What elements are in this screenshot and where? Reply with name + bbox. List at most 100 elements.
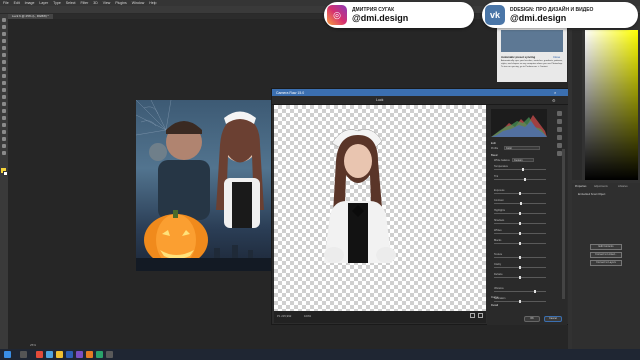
slider-thumb[interactable] — [533, 289, 536, 293]
search-icon[interactable] — [20, 351, 27, 358]
gradient-tool-icon[interactable] — [2, 95, 6, 99]
slider-thumb[interactable] — [519, 221, 521, 225]
slider-thumb[interactable] — [519, 275, 521, 279]
menu-image[interactable]: Image — [25, 1, 35, 5]
slider-track[interactable] — [494, 168, 546, 170]
marquee-tool-icon[interactable] — [2, 25, 6, 29]
menu-file[interactable]: File — [3, 1, 9, 5]
panel-scrollbar[interactable] — [562, 149, 565, 299]
folder-icon[interactable] — [56, 351, 63, 358]
slider-dehaze[interactable]: Dehaze — [494, 273, 554, 279]
slider-thumb[interactable] — [519, 255, 521, 259]
type-tool-icon[interactable] — [2, 123, 6, 127]
history-brush-icon[interactable] — [2, 81, 6, 85]
slider-tint[interactable]: Tint — [494, 175, 554, 181]
healing-tool-icon[interactable] — [2, 60, 6, 64]
app-icon-6[interactable] — [106, 351, 113, 358]
app-icon-5[interactable] — [96, 351, 103, 358]
tab-properties[interactable]: Properties — [575, 185, 586, 188]
blur-tool-icon[interactable] — [2, 102, 6, 106]
convert-layers-button[interactable]: Convert to Layers — [590, 260, 622, 266]
slider-saturation[interactable]: Saturation — [494, 297, 554, 303]
slider-thumb[interactable] — [519, 211, 521, 215]
pen-tool-icon[interactable] — [2, 116, 6, 120]
quick-select-tool-icon[interactable] — [2, 39, 6, 43]
slider-thumb[interactable] — [519, 299, 521, 303]
heal-icon[interactable] — [557, 127, 562, 132]
slider-shadows[interactable]: Shadows — [494, 219, 554, 225]
menu-filter[interactable]: Filter — [81, 1, 89, 5]
mask-icon[interactable] — [557, 135, 562, 140]
settings-icon[interactable] — [478, 313, 483, 318]
dodge-tool-icon[interactable] — [2, 109, 6, 113]
menu-help[interactable]: Help — [149, 1, 156, 5]
menu-select[interactable]: Select — [66, 1, 76, 5]
menu-edit[interactable]: Edit — [14, 1, 20, 5]
slider-track[interactable] — [494, 290, 546, 292]
ok-button[interactable]: OK — [524, 316, 540, 322]
menu-window[interactable]: Window — [132, 1, 144, 5]
app-icon-2[interactable] — [46, 351, 53, 358]
crop-rotate-icon[interactable] — [557, 119, 562, 124]
close-icon[interactable]: × — [554, 90, 556, 95]
slider-vibrance[interactable]: Vibrance — [494, 287, 554, 293]
notification-close[interactable]: Close — [553, 55, 560, 59]
slider-thumb[interactable] — [519, 231, 521, 235]
slider-track[interactable] — [494, 178, 546, 180]
stamp-tool-icon[interactable] — [2, 74, 6, 78]
eraser-tool-icon[interactable] — [2, 88, 6, 92]
brush-tool-icon[interactable] — [2, 67, 6, 71]
crop-tool-icon[interactable] — [2, 46, 6, 50]
canvas-image[interactable] — [136, 100, 273, 271]
instagram-badge[interactable]: ◎ ДМИТРИЯ СУГАК @dmi.design — [324, 2, 474, 28]
app-icon-1[interactable] — [36, 351, 43, 358]
slider-exposure[interactable]: Exposure — [494, 189, 554, 195]
slider-thumb[interactable] — [519, 191, 521, 195]
menu-layer[interactable]: Layer — [39, 1, 48, 5]
move-tool-icon[interactable] — [2, 18, 6, 22]
slider-highlights[interactable]: Highlights — [494, 209, 554, 215]
color-picker[interactable] — [585, 30, 638, 180]
vk-badge[interactable]: vk DDESIGN: ПРО ДИЗАЙН И ВИДЕО @dmi.desi… — [482, 2, 638, 28]
zoom-level[interactable]: 100% — [304, 314, 311, 318]
cancel-button[interactable]: Cancel — [544, 316, 562, 322]
zoom-tool-icon[interactable] — [2, 151, 6, 155]
menu-plugins[interactable]: Plugins — [115, 1, 126, 5]
gear-icon[interactable]: ⚙ — [552, 98, 556, 103]
slider-thumb[interactable] — [519, 265, 521, 269]
basic-section-header[interactable]: Basic — [491, 153, 561, 157]
path-select-icon[interactable] — [2, 130, 6, 134]
preview-canvas[interactable] — [274, 105, 486, 311]
convert-linked-button[interactable]: Convert to Linked... — [590, 252, 622, 258]
slider-temperature[interactable]: Temperature — [494, 165, 554, 171]
profile-select[interactable]: Color — [504, 146, 540, 150]
eyedropper-tool-icon[interactable] — [2, 53, 6, 57]
app-icon-3[interactable] — [76, 351, 83, 358]
slider-thumb[interactable] — [519, 241, 521, 245]
windows-start-icon[interactable] — [4, 351, 11, 358]
edit-contents-button[interactable]: Edit Contents — [590, 244, 622, 250]
slider-texture[interactable]: Texture — [494, 253, 554, 259]
slider-thumb[interactable] — [524, 177, 527, 181]
edit-tool-icon[interactable] — [557, 111, 562, 116]
menu-type[interactable]: Type — [53, 1, 61, 5]
slider-thumb[interactable] — [521, 167, 524, 171]
compare-icon[interactable] — [470, 313, 475, 318]
shape-tool-icon[interactable] — [2, 137, 6, 141]
detail-section-header[interactable]: Detail — [491, 303, 561, 307]
app-icon-4[interactable] — [86, 351, 93, 358]
menu-view[interactable]: View — [103, 1, 111, 5]
white-balance-select[interactable]: Custom — [512, 158, 534, 162]
slider-whites[interactable]: Whites — [494, 229, 554, 235]
document-tab[interactable]: Luck 6 @ 25% (L, RGB/8) * — [8, 14, 53, 19]
slider-contrast[interactable]: Contrast — [494, 199, 554, 205]
slider-blacks[interactable]: Blacks — [494, 239, 554, 245]
tab-adjustments[interactable]: Adjustments — [594, 185, 608, 188]
tab-libraries[interactable]: Libraries — [618, 185, 628, 188]
photoshop-icon[interactable] — [66, 351, 73, 358]
slider-thumb[interactable] — [520, 201, 523, 205]
dialog-title-bar[interactable]: Camera Raw 15.0 × — [272, 89, 568, 96]
lasso-tool-icon[interactable] — [2, 32, 6, 36]
hand-tool-icon[interactable] — [2, 144, 6, 148]
menu-3d[interactable]: 3D — [93, 1, 97, 5]
